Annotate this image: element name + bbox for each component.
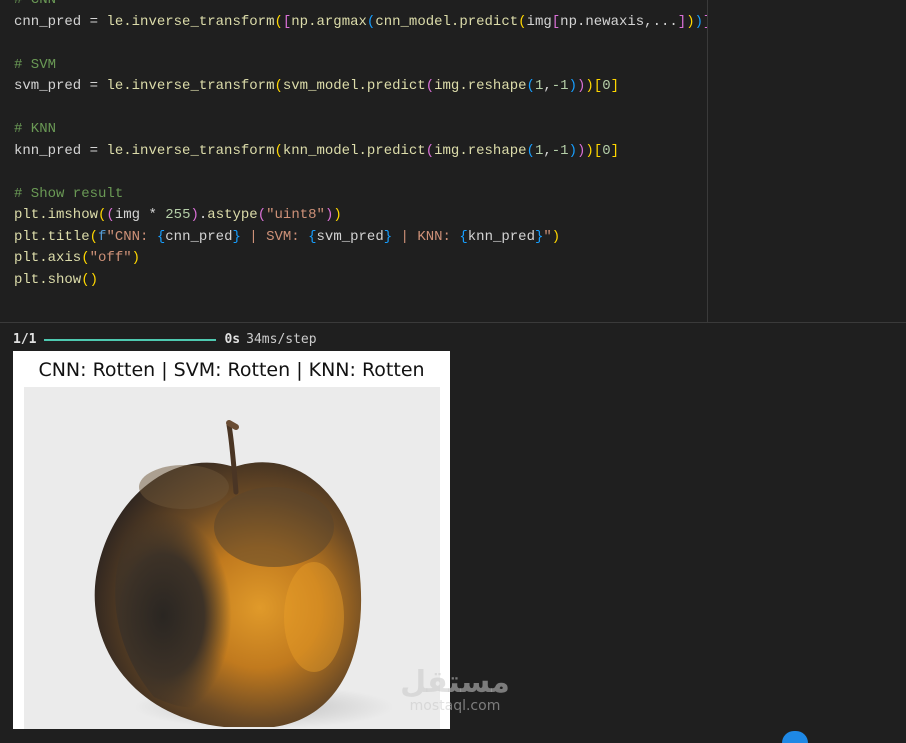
code-comment: # KNN: [14, 121, 57, 137]
code-comment: # CNN: [14, 0, 57, 8]
code-line-knn: knn_pred = le.inverse_transform(knn_mode…: [14, 142, 619, 159]
rotten-apple-image: [24, 387, 440, 729]
apple-illustration: [24, 387, 440, 729]
code-line-axis: plt.axis("off"): [14, 250, 141, 266]
progress-step: 1/1: [13, 332, 37, 347]
code-line-svm: svm_pred = le.inverse_transform(svm_mode…: [14, 78, 619, 94]
code-comment: # SVM: [14, 56, 57, 73]
code-editor[interactable]: # CNN cnn_pred = le.inverse_transform([n…: [14, 0, 707, 291]
progress-time: 0s: [224, 332, 241, 347]
code-comment: # Show result: [14, 185, 124, 202]
code-cell[interactable]: # CNN cnn_pred = le.inverse_transform([n…: [0, 0, 708, 322]
progress-rate: 34ms/step: [246, 332, 317, 347]
progress-bar: [44, 338, 217, 341]
code-line-imshow: plt.imshow((img * 255).astype("uint8")): [14, 207, 342, 223]
watermark: مستقل mostaql.com: [395, 665, 515, 715]
code-line-cnn: cnn_pred = le.inverse_transform([np.argm…: [14, 13, 707, 30]
figure-title: CNN: Rotten | SVM: Rotten | KNN: Rotten: [38, 359, 425, 381]
code-line-title: plt.title(f"CNN: {cnn_pred} | SVM: {svm_…: [14, 228, 561, 245]
code-line-show: plt.show(): [14, 271, 99, 288]
watermark-arabic: مستقل: [400, 665, 510, 700]
watermark-domain: mostaql.com: [409, 698, 501, 714]
progress-line: 1/1 0s 34ms/step: [13, 332, 317, 347]
output-figure: CNN: Rotten | SVM: Rotten | KNN: Rotten: [13, 351, 450, 729]
